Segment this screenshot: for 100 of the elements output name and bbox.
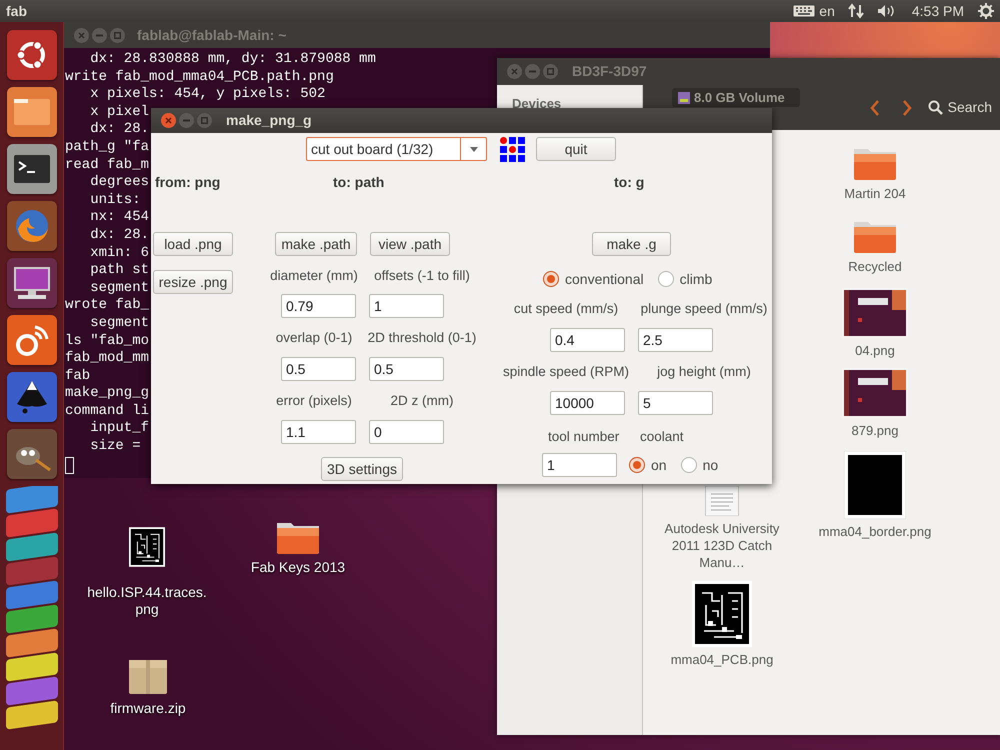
close-button[interactable] xyxy=(507,64,522,79)
input-field[interactable]: 2.5 xyxy=(638,328,713,352)
terminal-line: degrees xyxy=(89,174,150,192)
close-button[interactable] xyxy=(161,113,176,128)
quit-button[interactable]: quit xyxy=(536,137,616,161)
maximize-icon xyxy=(547,68,554,75)
file-label[interactable]: Martin 204 xyxy=(844,185,906,202)
resize-button[interactable]: resize .png xyxy=(153,270,233,294)
file-label[interactable]: 879.png xyxy=(852,422,898,439)
search-button[interactable]: Search xyxy=(926,97,994,118)
document-icon xyxy=(705,486,739,516)
3d-settings-button[interactable]: 3D settings xyxy=(321,457,403,481)
circuit-board-thumbnail xyxy=(692,581,752,647)
minimize-button[interactable] xyxy=(525,64,540,79)
desktop-icon-label[interactable]: Fab Keys 2013 xyxy=(236,559,360,576)
file-label[interactable]: Autodesk University 2011 123D Catch Manu… xyxy=(664,520,780,571)
file-label[interactable]: mma04_border.png xyxy=(818,523,932,540)
terminal-line: dx: 28.830888 mm, dy: 31.879088 mm xyxy=(89,51,376,69)
network-arrows-icon[interactable] xyxy=(848,3,864,19)
screenshot-thumbnail xyxy=(842,288,908,338)
terminal-line: units: xyxy=(89,192,141,210)
input-field[interactable]: 0.5 xyxy=(281,357,356,381)
file-label[interactable]: 04.png xyxy=(855,342,895,359)
input-field[interactable]: 0.79 xyxy=(281,294,356,318)
launcher-button[interactable] xyxy=(6,315,56,365)
maximize-button[interactable] xyxy=(197,113,212,128)
input-field[interactable]: 1 xyxy=(369,294,444,318)
terminal-line: ls "fab_mo xyxy=(65,332,150,350)
maximize-icon xyxy=(114,32,121,38)
minimize-button[interactable] xyxy=(179,113,194,128)
input-field[interactable]: 1.1 xyxy=(281,420,356,444)
mode-dropdown[interactable]: cut out board (1/32) xyxy=(306,137,487,161)
radio-button[interactable] xyxy=(680,457,697,473)
radio-button[interactable] xyxy=(658,271,674,287)
terminal-line: segment xyxy=(89,280,150,298)
folder-icon xyxy=(12,97,50,127)
field-label: overlap (0-1) xyxy=(276,329,352,347)
maximize-button[interactable] xyxy=(543,64,558,79)
field-label: cut speed (mm/s) xyxy=(514,300,618,318)
terminal-line: command li xyxy=(65,402,150,420)
file-label[interactable]: mma04_PCB.png xyxy=(670,651,774,668)
volume-icon[interactable] xyxy=(876,4,896,18)
window-title: fablab@fablab-Main: ~ xyxy=(137,26,286,44)
input-field[interactable]: 0.5 xyxy=(369,357,444,381)
maximize-icon xyxy=(201,117,208,124)
input-field[interactable]: 0.4 xyxy=(550,328,625,352)
close-icon xyxy=(78,32,85,38)
field-label: 2D z (mm) xyxy=(390,392,454,410)
section-heading: from: png xyxy=(154,173,222,190)
field-label: plunge speed (mm/s) xyxy=(640,300,768,318)
screenshot-thumbnail xyxy=(842,368,908,418)
field-label: offsets (-1 to fill) xyxy=(374,267,470,285)
desktop-icon-label[interactable]: firmware.zip xyxy=(86,700,210,717)
minimize-button[interactable] xyxy=(92,28,107,42)
keyboard-icon[interactable] xyxy=(793,5,816,17)
terminal-line: input_f xyxy=(89,420,150,438)
minimize-icon xyxy=(529,70,536,73)
terminal-line: dx: 28. xyxy=(89,226,150,245)
field-label: spindle speed (RPM) xyxy=(502,363,630,381)
launcher-button[interactable] xyxy=(6,258,56,308)
field-label: 2D threshold (0-1) xyxy=(368,329,476,347)
app-title: fab xyxy=(6,2,27,20)
terminal-line: write fab_mod_mma04_PCB.path.png xyxy=(65,68,334,86)
launcher-button[interactable] xyxy=(6,144,56,194)
view-path-button[interactable]: view .path xyxy=(370,232,450,256)
terminal-line: dx: 28. xyxy=(89,121,150,139)
input-field[interactable]: 10000 xyxy=(550,391,625,415)
caret-icon xyxy=(470,146,478,152)
radio-label: no xyxy=(702,456,718,474)
field-label: tool number xyxy=(548,429,620,444)
language-indicator[interactable]: en xyxy=(819,0,835,22)
load-button[interactable]: load .png xyxy=(153,232,233,256)
section-heading: to: path xyxy=(333,173,386,190)
monitor-icon xyxy=(12,265,52,301)
launcher-button[interactable] xyxy=(6,201,56,251)
maximize-button[interactable] xyxy=(110,28,125,42)
terminal-line: size = xyxy=(89,438,141,456)
radio-button[interactable] xyxy=(543,271,559,287)
launcher-button[interactable] xyxy=(6,87,56,137)
make-path-button[interactable]: make .path xyxy=(275,232,357,256)
launcher-button[interactable] xyxy=(6,429,56,479)
terminal-line: wrote fab_ xyxy=(65,297,150,315)
input-field[interactable]: 5 xyxy=(638,391,713,415)
terminal-line: fab_mod_mm xyxy=(65,350,150,368)
settings-icon[interactable] xyxy=(978,3,994,19)
file-label[interactable]: Recycled xyxy=(848,258,902,275)
close-icon xyxy=(165,117,172,124)
clock[interactable]: 4:53 PM xyxy=(912,0,964,22)
close-button[interactable] xyxy=(74,28,89,42)
make-g-button[interactable]: make .g xyxy=(592,232,671,256)
terminal-line: segment xyxy=(89,314,150,332)
terminal-line: nx: 454 xyxy=(89,209,150,227)
launcher-button[interactable] xyxy=(6,30,56,80)
radio-button[interactable] xyxy=(629,457,645,473)
radio-label: conventional xyxy=(565,270,644,288)
input-field[interactable]: 1 xyxy=(542,453,617,477)
window-title: BD3F-3D97 xyxy=(572,62,647,81)
input-field[interactable]: 0 xyxy=(369,420,444,444)
location-button[interactable]: 8.0 GB Volume xyxy=(672,88,800,107)
desktop-icon-label[interactable]: hello.ISP.44.traces.png xyxy=(85,584,209,618)
